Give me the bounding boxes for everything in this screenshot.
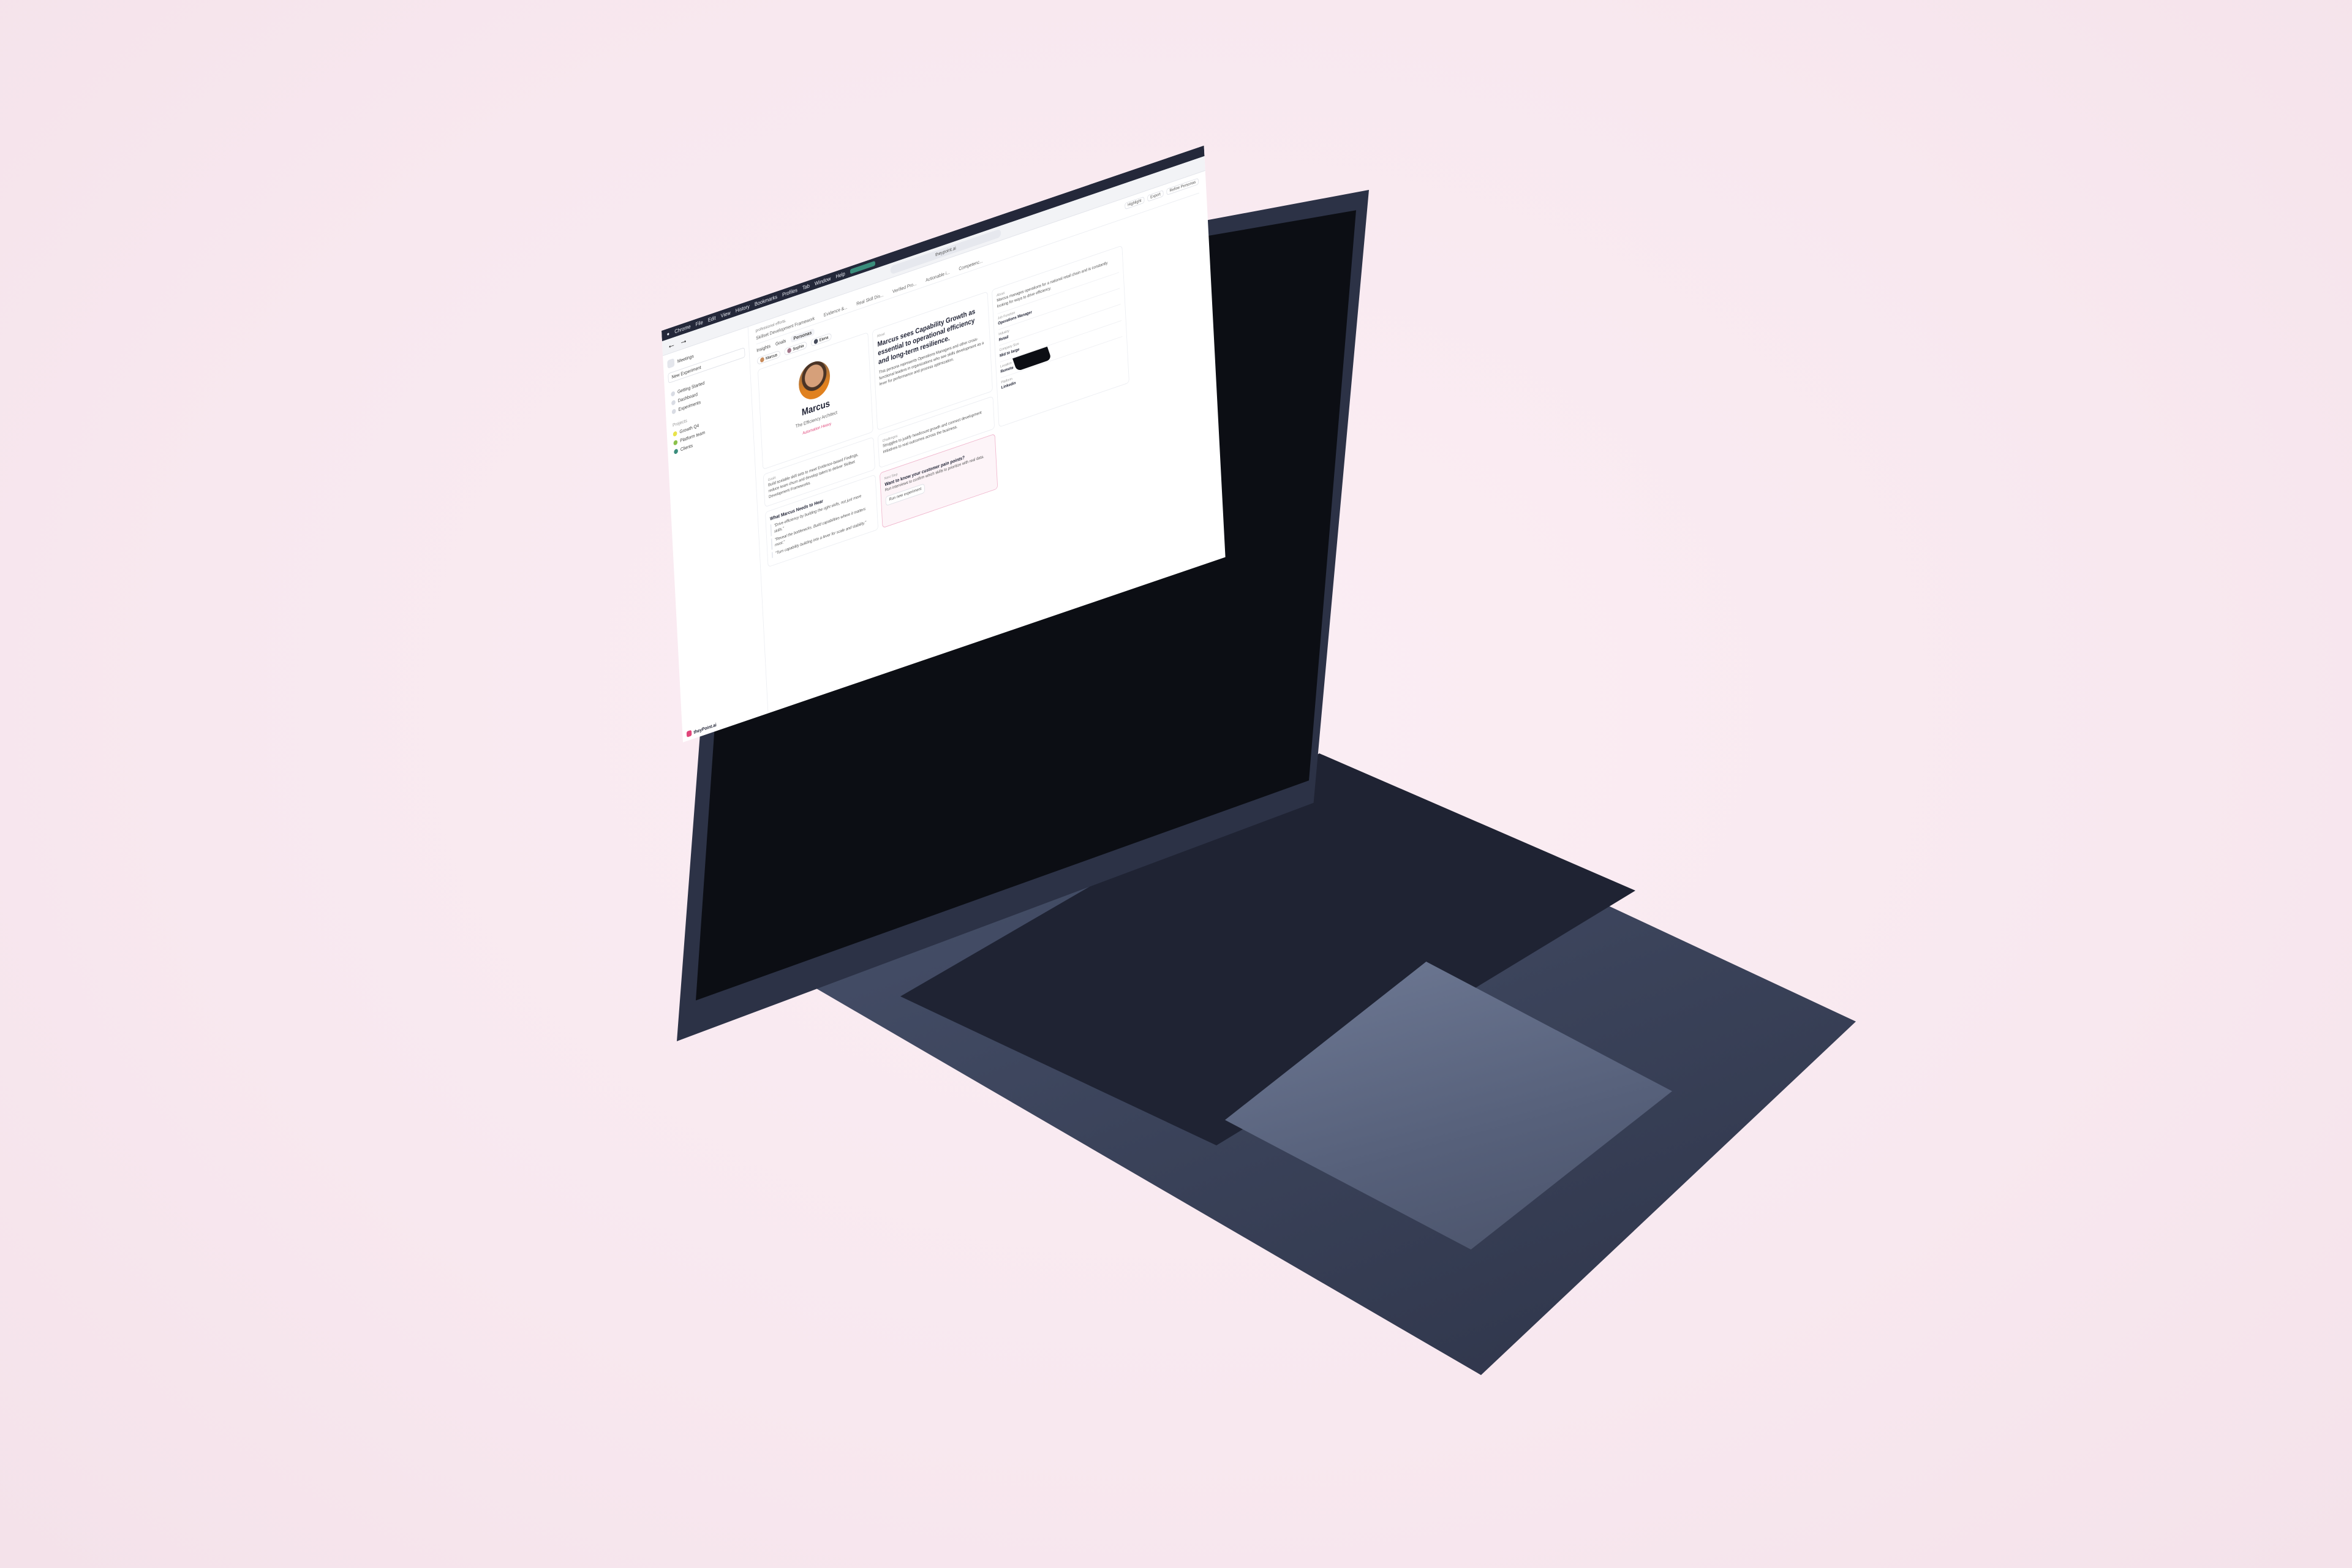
project-color-icon <box>674 448 679 454</box>
dashboard-icon <box>671 399 676 405</box>
forward-icon[interactable]: → <box>679 334 688 348</box>
project-color-icon <box>673 439 678 446</box>
org-name: Meetings <box>677 353 694 364</box>
persona-avatar <box>797 356 831 404</box>
avatar <box>760 356 764 363</box>
tab-goals[interactable]: Goals <box>775 338 786 348</box>
apple-icon[interactable]: ● <box>666 331 669 337</box>
menu-help[interactable]: Help <box>835 271 845 280</box>
rocket-icon <box>671 390 676 397</box>
chip-label: Sophia <box>793 343 804 352</box>
tab-insights[interactable]: Insights <box>756 343 771 354</box>
avatar <box>813 338 818 345</box>
menu-edit[interactable]: Edit <box>708 315 716 323</box>
project-color-icon <box>673 430 677 437</box>
menu-tab[interactable]: Tab <box>802 282 810 291</box>
menu-file[interactable]: File <box>696 319 703 328</box>
back-icon[interactable]: ← <box>667 339 676 352</box>
sidebar-item-label: Clients <box>680 442 693 453</box>
brand-logo-icon <box>686 729 692 737</box>
chip-label: Marcus <box>765 352 778 361</box>
flask-icon <box>671 408 676 415</box>
menu-view[interactable]: View <box>721 310 731 319</box>
avatar <box>787 347 792 354</box>
chip-label: Elena <box>819 335 829 342</box>
org-logo-icon <box>667 358 675 369</box>
